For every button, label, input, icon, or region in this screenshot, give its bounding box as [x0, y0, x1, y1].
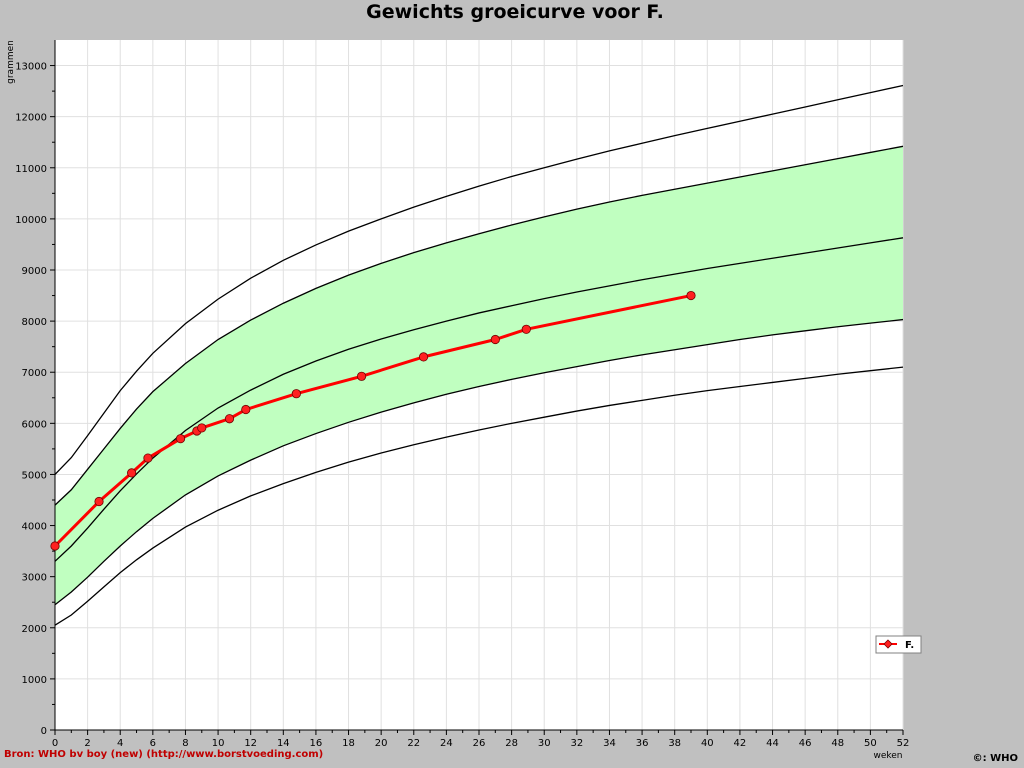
- legend: F.: [875, 635, 922, 654]
- y-tick-label: 6000: [22, 419, 47, 430]
- data-point: [127, 468, 137, 478]
- x-tick-label: 12: [244, 738, 257, 749]
- y-axis-label: grammen: [6, 40, 16, 84]
- x-tick-label: 38: [668, 738, 681, 749]
- y-tick-label: 4000: [22, 522, 47, 533]
- x-tick-label: 14: [277, 738, 290, 749]
- legend-label: F.: [905, 640, 914, 651]
- x-tick-label: 40: [701, 738, 714, 749]
- data-point: [50, 541, 60, 551]
- y-tick-label: 3000: [22, 573, 47, 584]
- x-tick-label: 26: [473, 738, 486, 749]
- x-tick-label: 2: [84, 738, 90, 749]
- x-tick-label: 46: [799, 738, 812, 749]
- data-point: [490, 334, 500, 345]
- x-axis-label: weken: [873, 751, 902, 761]
- data-point: [686, 290, 696, 301]
- x-tick-label: 32: [570, 738, 583, 749]
- data-point: [197, 423, 207, 433]
- data-point: [356, 371, 367, 381]
- x-tick-label: 18: [342, 738, 355, 749]
- chart-title: Gewichts groeicurve voor F.: [366, 1, 664, 23]
- x-tick-label: 10: [212, 738, 225, 749]
- y-tick-label: 8000: [22, 317, 47, 328]
- y-tick-label: 12000: [15, 113, 47, 124]
- y-tick-label: 1000: [22, 675, 47, 686]
- y-tick-label: 13000: [15, 62, 47, 73]
- y-tick-label: 0: [41, 726, 47, 737]
- y-tick-label: 9000: [22, 266, 47, 277]
- x-tick-label: 50: [864, 738, 877, 749]
- x-tick-label: 22: [407, 738, 420, 749]
- x-tick-label: 0: [52, 738, 58, 749]
- data-point: [94, 496, 104, 507]
- x-tick-label: 16: [310, 738, 323, 749]
- x-tick-label: 28: [505, 738, 518, 749]
- x-tick-label: 36: [636, 738, 649, 749]
- y-tick-label: 5000: [22, 470, 47, 481]
- x-tick-label: 34: [603, 738, 616, 749]
- data-point: [175, 434, 186, 444]
- y-tick-label: 2000: [22, 624, 47, 635]
- x-tick-label: 42: [734, 738, 747, 749]
- x-tick-label: 30: [538, 738, 551, 749]
- x-tick-label: 8: [182, 738, 188, 749]
- x-tick-label: 44: [766, 738, 779, 749]
- growth-chart: Gewichts groeicurve voor F. 010002000300…: [4, 1, 1018, 764]
- data-point: [143, 453, 153, 463]
- y-tick-label: 11000: [15, 164, 47, 175]
- copyright-text: ©: WHO: [973, 753, 1018, 764]
- x-tick-label: 48: [831, 738, 844, 749]
- y-tick-label: 10000: [15, 215, 47, 226]
- data-point: [291, 389, 301, 399]
- x-tick-label: 20: [375, 738, 388, 749]
- y-tick-label: 7000: [22, 368, 47, 379]
- data-point: [418, 352, 429, 362]
- data-point: [241, 404, 251, 415]
- x-tick-label: 52: [897, 738, 910, 749]
- x-tick-label: 4: [117, 738, 123, 749]
- x-tick-label: 6: [150, 738, 156, 749]
- data-point: [521, 324, 531, 334]
- source-text: Bron: WHO bv boy (new) (http://www.borst…: [4, 749, 323, 760]
- x-tick-label: 24: [440, 738, 453, 749]
- data-point: [224, 414, 235, 424]
